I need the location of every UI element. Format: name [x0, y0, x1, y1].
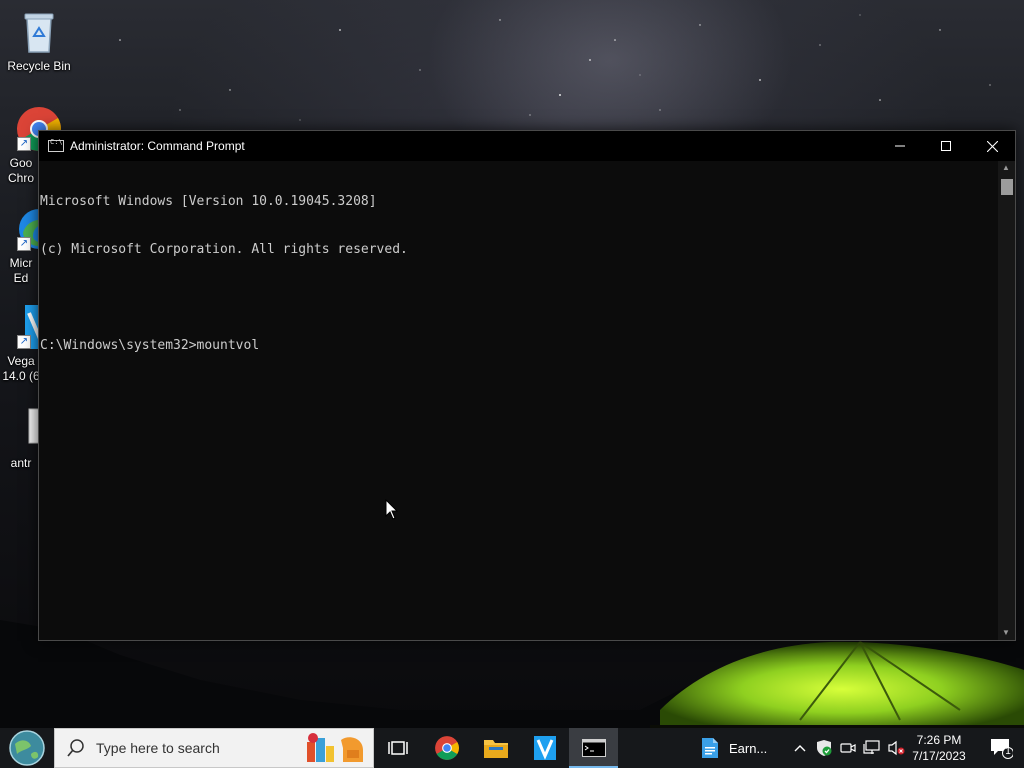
- task-view-icon: [388, 741, 408, 755]
- meet-now-tray-button[interactable]: [836, 728, 860, 768]
- taskbar-chrome-button[interactable]: [422, 728, 471, 768]
- console-output[interactable]: Microsoft Windows [Version 10.0.19045.32…: [39, 161, 999, 640]
- window-title: Administrator: Command Prompt: [70, 139, 245, 153]
- vertical-scrollbar[interactable]: ▲ ▼: [998, 161, 1015, 640]
- recycle-bin-icon: [15, 8, 63, 56]
- taskbar-document-label: Earn...: [729, 740, 768, 756]
- close-icon: [986, 140, 998, 152]
- desktop-icon-label: Micr Ed: [9, 256, 33, 285]
- security-tray-button[interactable]: [812, 728, 836, 768]
- clock-date: 7/17/2023: [912, 749, 966, 763]
- task-view-button[interactable]: [374, 728, 422, 768]
- taskbar: Type here to search Earn... 7:26 PM 7/17…: [0, 728, 1024, 768]
- chrome-icon: [434, 736, 459, 760]
- taskbar-clock[interactable]: 7:26 PM 7/17/2023: [906, 728, 972, 768]
- command-prompt-icon: [581, 739, 606, 757]
- shortcut-arrow-icon: ↗: [17, 335, 31, 349]
- taskbar-document-button[interactable]: Earn...: [696, 728, 780, 768]
- command-prompt-icon: [48, 138, 64, 152]
- close-button[interactable]: [969, 131, 1015, 161]
- clock-time: 7:26 PM: [916, 733, 962, 747]
- volume-muted-icon: [888, 740, 905, 756]
- folder-icon: [483, 740, 508, 758]
- search-placeholder: Type here to search: [96, 740, 220, 756]
- system-tray: [788, 728, 908, 768]
- search-icon: [67, 739, 84, 757]
- minimize-button[interactable]: [877, 131, 923, 161]
- video-camera-icon: [840, 743, 856, 753]
- desktop-icon-label: antr: [10, 456, 32, 470]
- desktop-icon-label: Goo Chro: [7, 156, 34, 185]
- volume-tray-button[interactable]: [884, 728, 908, 768]
- window-titlebar[interactable]: Administrator: Command Prompt: [39, 131, 1015, 161]
- console-line: (c) Microsoft Corporation. All rights re…: [40, 242, 408, 257]
- scroll-up-arrow-icon[interactable]: ▲: [1001, 164, 1011, 172]
- show-hidden-icons-button[interactable]: [788, 728, 812, 768]
- start-globe-icon: [9, 730, 45, 766]
- desktop-icon-label: Recycle Bin: [7, 59, 71, 73]
- desktop-icon-recycle-bin[interactable]: Recycle Bin: [1, 8, 77, 74]
- shield-check-icon: [817, 740, 832, 756]
- minimize-icon: [895, 145, 905, 147]
- taskbar-vegas-button[interactable]: [520, 728, 569, 768]
- chevron-up-icon: [794, 745, 806, 752]
- action-center-button[interactable]: 1: [978, 728, 1024, 768]
- command-prompt-window[interactable]: Administrator: Command Prompt Microsoft …: [38, 130, 1016, 641]
- document-icon: [702, 738, 718, 758]
- taskbar-file-explorer-button[interactable]: [471, 728, 520, 768]
- console-command-line[interactable]: C:\Windows\system32>mountvol: [40, 338, 999, 354]
- taskbar-command-prompt-button[interactable]: [569, 728, 618, 768]
- start-button[interactable]: [0, 728, 54, 768]
- search-highlight-illustration-icon[interactable]: [303, 732, 369, 766]
- mouse-pointer-icon: [385, 499, 399, 520]
- maximize-icon: [941, 141, 951, 151]
- scroll-down-arrow-icon[interactable]: ▼: [1001, 629, 1011, 637]
- notification-count: 1: [1005, 746, 1011, 757]
- vegas-pro-icon: [533, 736, 556, 760]
- network-tray-button[interactable]: [860, 728, 884, 768]
- taskbar-search-box[interactable]: Type here to search: [54, 728, 374, 768]
- network-icon: [863, 740, 880, 754]
- maximize-button[interactable]: [923, 131, 969, 161]
- console-line: Microsoft Windows [Version 10.0.19045.32…: [40, 194, 377, 209]
- shortcut-arrow-icon: ↗: [17, 137, 31, 151]
- scrollbar-thumb[interactable]: [1001, 179, 1013, 195]
- desktop-icon-label: Vega 14.0 (6: [2, 354, 40, 383]
- shortcut-arrow-icon: ↗: [17, 237, 31, 251]
